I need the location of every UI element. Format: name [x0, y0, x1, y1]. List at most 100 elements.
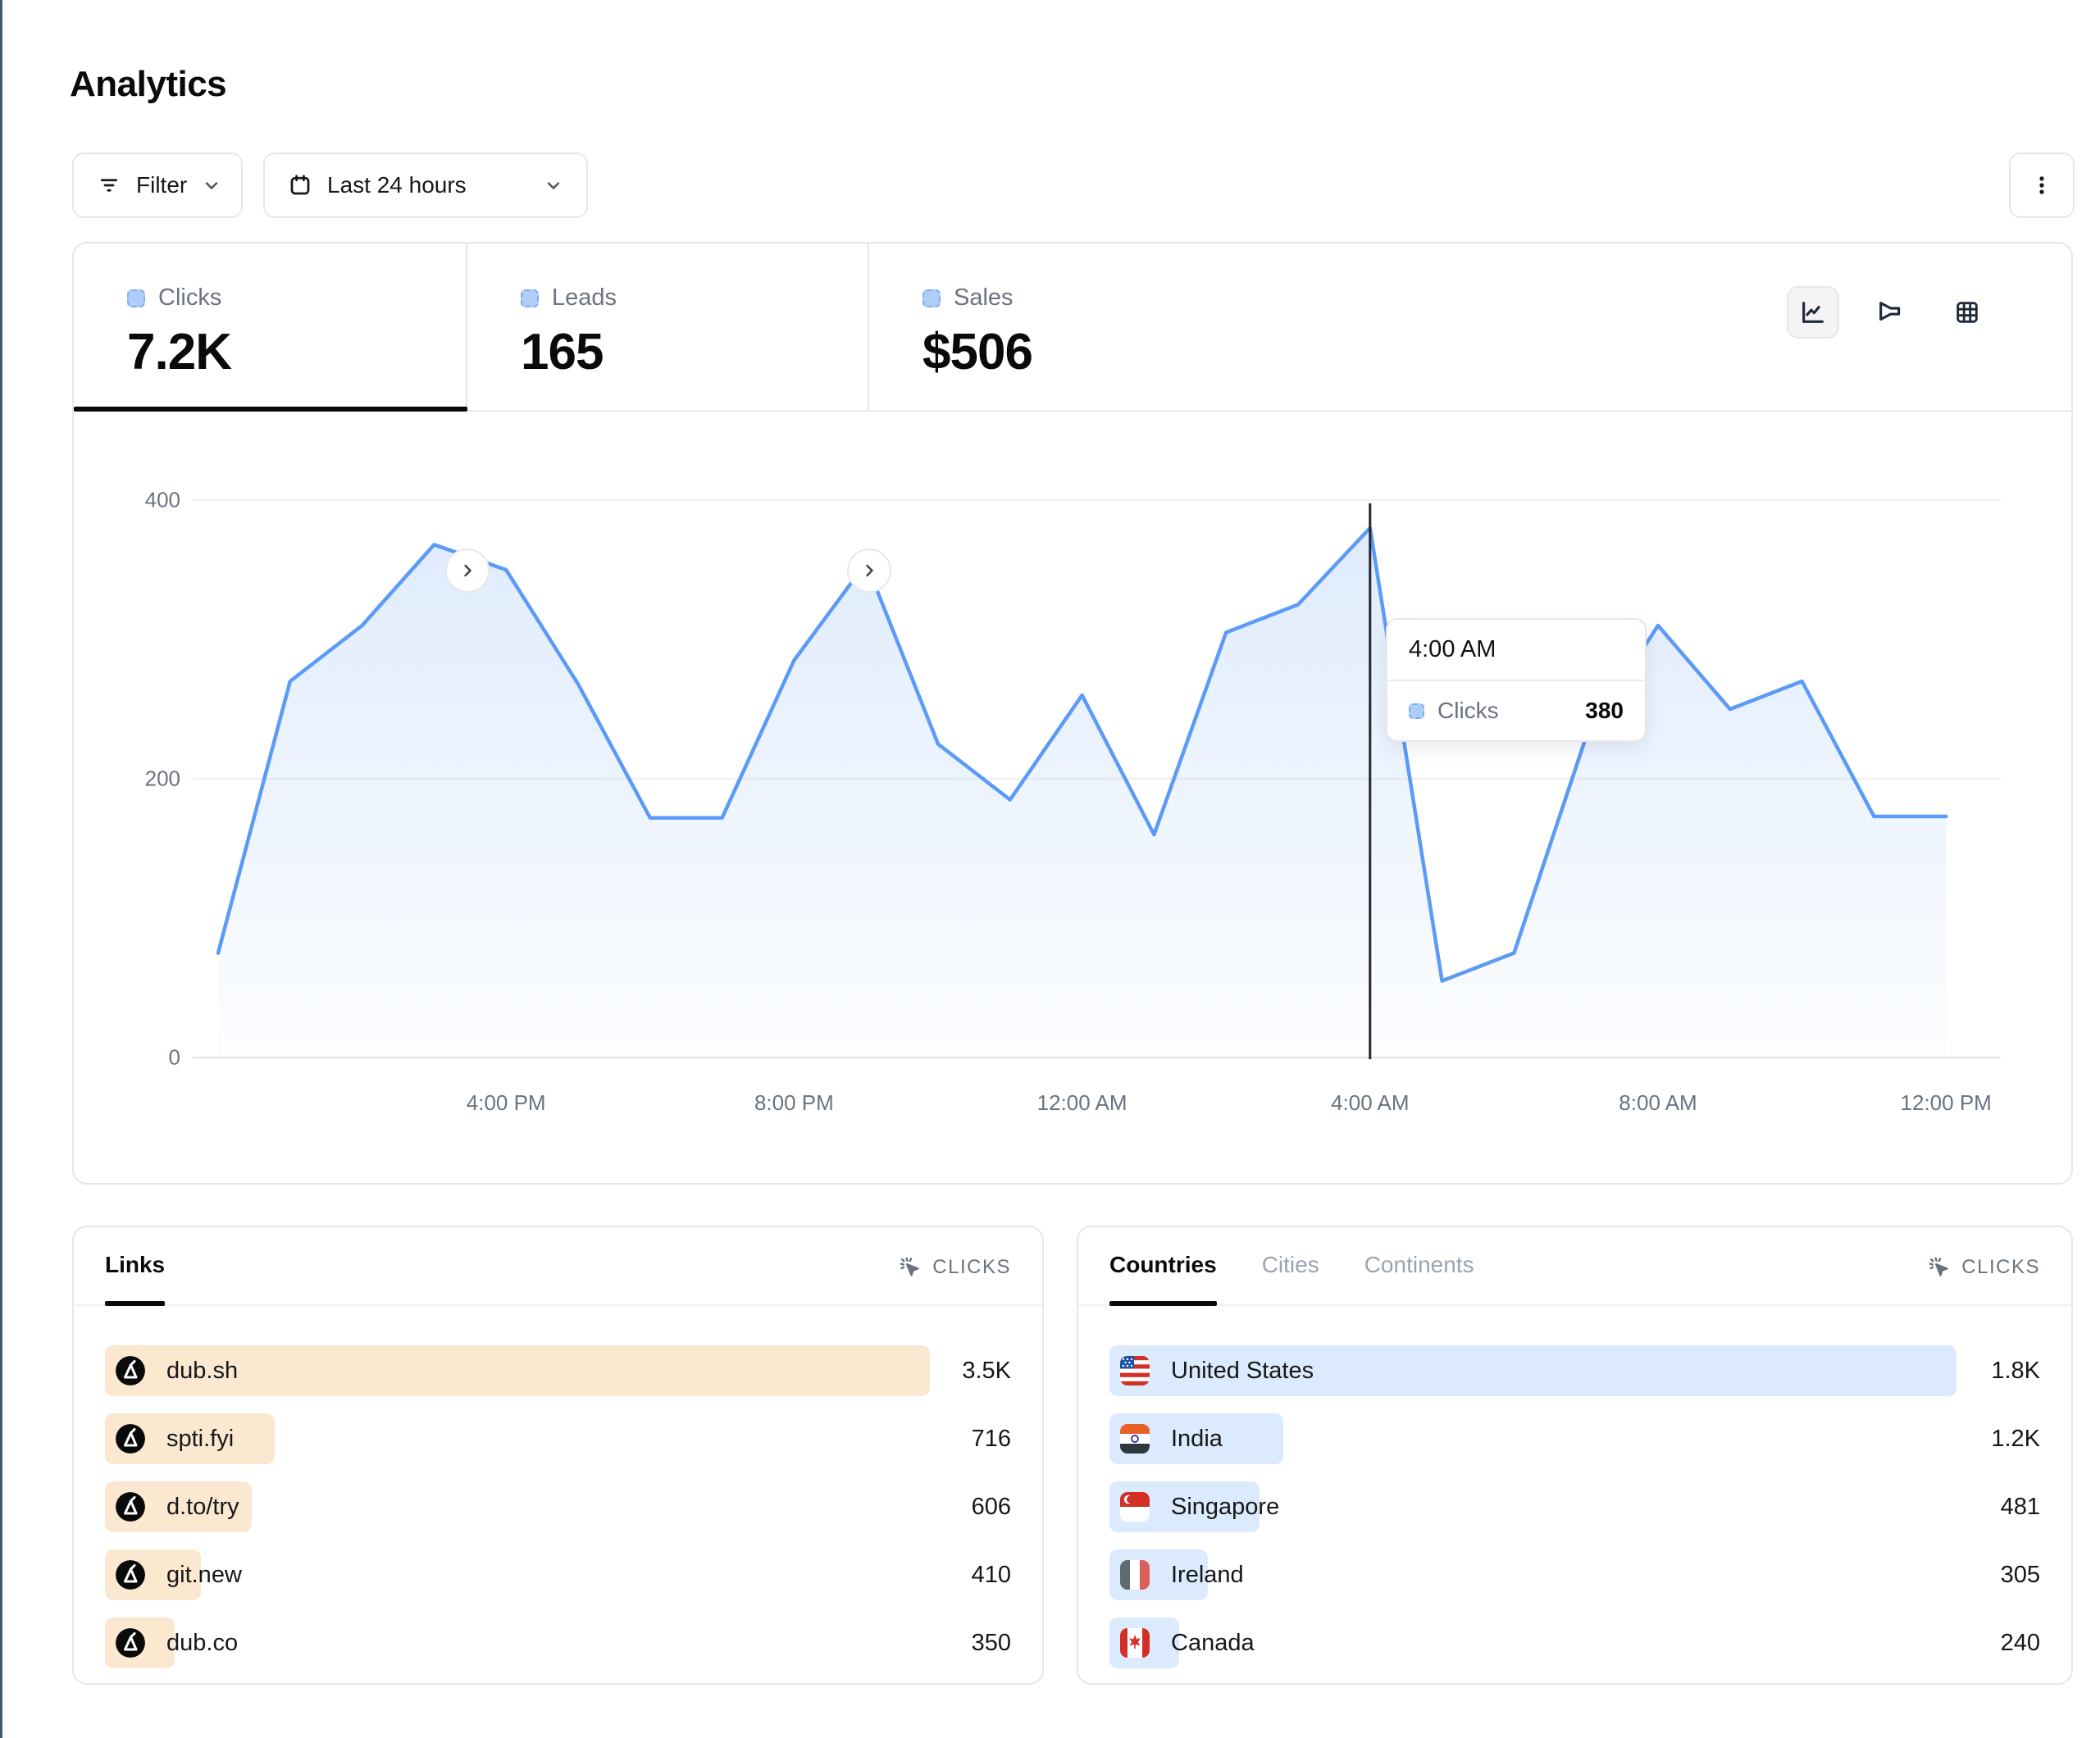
tooltip-series-label: Clicks	[1437, 698, 1499, 724]
list-item[interactable]: Ireland 305	[1109, 1549, 2040, 1600]
dub-logo-icon	[116, 1424, 145, 1454]
metric-label: CLICKS	[1961, 1256, 2040, 1279]
list-item[interactable]: Canada 240	[1109, 1617, 2040, 1668]
row-label: spti.fyi	[166, 1426, 234, 1453]
dub-logo-icon	[116, 1560, 145, 1590]
y-axis-label: 400	[74, 488, 180, 513]
filter-button[interactable]: Filter	[72, 152, 243, 218]
line-chart-icon	[1799, 298, 1827, 326]
cursor-click-icon	[1927, 1255, 1952, 1280]
links-panel: Links CLICKS dub.sh 3.5K spti.fyi 716 d.to/t…	[72, 1226, 1044, 1685]
x-axis-label: 12:00 AM	[1017, 1090, 1148, 1116]
ie-flag-icon	[1120, 1560, 1150, 1590]
dub-logo-icon	[116, 1492, 145, 1522]
list-item[interactable]: spti.fyi 716	[105, 1413, 1011, 1464]
clicks-legend-swatch	[127, 289, 145, 307]
stats-row: Clicks 7.2K Leads 165 Sales $506	[74, 243, 2071, 412]
row-label: d.to/try	[166, 1494, 239, 1521]
row-label: Singapore	[1171, 1494, 1279, 1521]
row-value: 481	[2001, 1494, 2040, 1521]
ca-flag-icon	[1120, 1628, 1150, 1658]
list-item[interactable]: United States 1.8K	[1109, 1345, 2040, 1396]
sg-flag-icon	[1120, 1492, 1150, 1522]
table-grid-icon	[1953, 298, 1981, 326]
row-value: 305	[2001, 1562, 2040, 1589]
y-axis-label: 200	[74, 767, 180, 792]
metric-label: CLICKS	[932, 1256, 1011, 1279]
tab-sales[interactable]: Sales $506	[869, 243, 1032, 410]
tab-links[interactable]: Links	[105, 1252, 165, 1304]
funnel-icon	[1876, 298, 1904, 326]
tab-cities[interactable]: Cities	[1262, 1252, 1319, 1304]
list-item[interactable]: India 1.2K	[1109, 1413, 2040, 1464]
date-range-label: Last 24 hours	[327, 172, 467, 198]
stat-value: $506	[922, 323, 1032, 381]
chart-view-switch	[1787, 286, 1993, 339]
row-value: 1.8K	[1991, 1358, 2040, 1385]
expand-leads-chevron-button[interactable]	[847, 548, 891, 593]
list-item[interactable]: git.new 410	[105, 1549, 1011, 1600]
x-axis-label: 12:00 PM	[1880, 1090, 2011, 1116]
line-chart-view-button[interactable]	[1787, 286, 1839, 339]
chevron-down-icon	[202, 175, 221, 195]
stat-value: 165	[521, 323, 868, 381]
date-range-button[interactable]: Last 24 hours	[263, 152, 588, 218]
calendar-icon	[288, 173, 312, 198]
tooltip-legend-swatch	[1409, 703, 1424, 719]
tab-clicks[interactable]: Clicks 7.2K	[74, 243, 467, 410]
stat-label: Sales	[954, 284, 1014, 312]
leads-legend-swatch	[521, 289, 539, 307]
cursor-click-icon	[898, 1255, 922, 1280]
expand-clicks-chevron-button[interactable]	[445, 548, 490, 593]
table-view-button[interactable]	[1941, 286, 1993, 339]
x-axis-label: 4:00 AM	[1305, 1090, 1436, 1116]
stat-value: 7.2K	[127, 323, 466, 381]
us-flag-icon	[1120, 1356, 1150, 1385]
x-axis-label: 8:00 AM	[1592, 1090, 1724, 1116]
stat-label: Clicks	[158, 284, 221, 312]
list-item[interactable]: d.to/try 606	[105, 1481, 1011, 1532]
tooltip-value: 380	[1585, 698, 1624, 724]
more-options-button[interactable]	[2009, 152, 2075, 218]
row-value: 3.5K	[962, 1358, 1011, 1385]
stat-label: Leads	[552, 284, 617, 312]
chart-area-fill	[218, 528, 1946, 1058]
row-label: Canada	[1171, 1630, 1255, 1657]
dub-logo-icon	[116, 1628, 145, 1658]
chart-tooltip: 4:00 AM Clicks 380	[1386, 618, 1647, 742]
x-axis-label: 8:00 PM	[728, 1090, 859, 1116]
tab-countries[interactable]: Countries	[1109, 1252, 1217, 1304]
tab-leads[interactable]: Leads 165	[467, 243, 869, 410]
row-value: 1.2K	[1991, 1426, 2040, 1453]
row-label: United States	[1171, 1358, 1314, 1385]
row-label: dub.co	[166, 1630, 238, 1657]
kebab-menu-icon	[2029, 173, 2054, 198]
tab-continents[interactable]: Continents	[1364, 1252, 1474, 1304]
countries-panel: Countries Cities Continents CLICKS Unite…	[1077, 1226, 2073, 1685]
list-item[interactable]: dub.sh 3.5K	[105, 1345, 1011, 1396]
countries-metric-selector[interactable]: CLICKS	[1927, 1255, 2040, 1304]
funnel-view-button[interactable]	[1864, 286, 1916, 339]
analytics-card: Clicks 7.2K Leads 165 Sales $506	[72, 242, 2073, 1185]
row-label: dub.sh	[166, 1358, 238, 1385]
y-axis-label: 0	[74, 1045, 180, 1071]
row-value: 240	[2001, 1630, 2040, 1657]
page-title: Analytics	[70, 64, 226, 105]
row-value: 606	[972, 1494, 1011, 1521]
dub-logo-icon	[116, 1356, 145, 1385]
row-label: Ireland	[1171, 1562, 1244, 1589]
in-flag-icon	[1120, 1424, 1150, 1454]
tooltip-time: 4:00 AM	[1387, 620, 1645, 681]
links-metric-selector[interactable]: CLICKS	[898, 1255, 1011, 1304]
list-item[interactable]: dub.co 350	[105, 1617, 1011, 1668]
analytics-page: Analytics Filter Last 24 hours Cl	[0, 0, 2100, 1738]
sales-legend-swatch	[922, 289, 941, 307]
row-value: 350	[972, 1630, 1011, 1657]
list-item[interactable]: Singapore 481	[1109, 1481, 2040, 1532]
row-value: 716	[972, 1426, 1011, 1453]
row-value: 410	[972, 1562, 1011, 1589]
row-label: India	[1171, 1426, 1223, 1453]
x-axis-label: 4:00 PM	[440, 1090, 572, 1116]
clicks-area-chart[interactable]: 0 200 400 4:00 PM 8:00 PM 12:00 AM 4:00 AM 8:0…	[74, 412, 2071, 1183]
row-label: git.new	[166, 1562, 242, 1589]
